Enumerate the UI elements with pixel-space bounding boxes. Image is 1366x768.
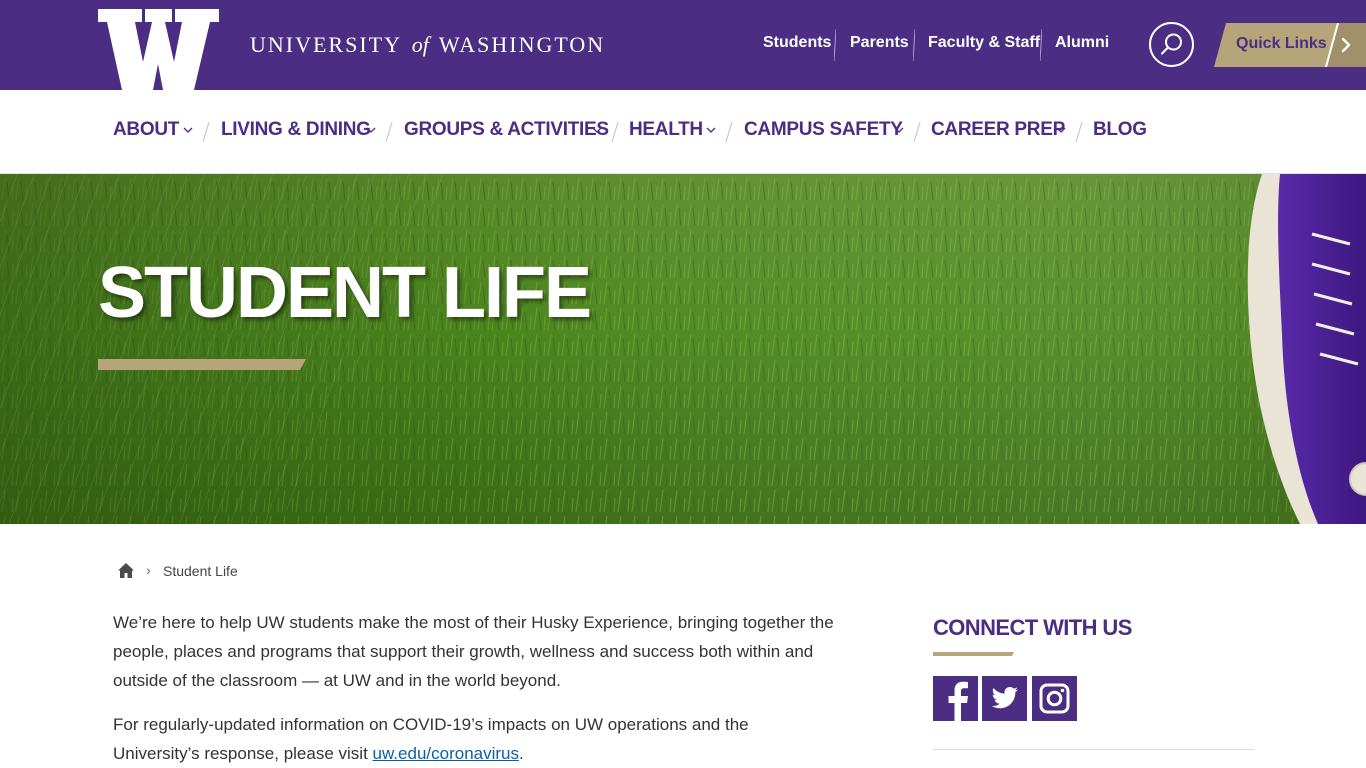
nav-item-living-dining[interactable]: LIVING & DINING bbox=[221, 119, 371, 141]
hero-image bbox=[0, 174, 1366, 524]
search-icon bbox=[1160, 33, 1182, 55]
breadcrumb-separator: › bbox=[146, 562, 151, 578]
search-button[interactable] bbox=[1149, 22, 1194, 67]
connect-heading: CONNECT WITH US bbox=[933, 615, 1132, 640]
chevron-down-icon[interactable] bbox=[894, 126, 904, 134]
twitter-icon bbox=[991, 687, 1018, 709]
nav-item-career-prep[interactable]: CAREER PREP bbox=[931, 119, 1065, 141]
wordmark-washington: WASHINGTON bbox=[438, 32, 606, 57]
nav-separator bbox=[913, 121, 921, 143]
facebook-link[interactable] bbox=[933, 676, 978, 721]
covid-text-end: . bbox=[519, 744, 524, 763]
audience-link-faculty-staff[interactable]: Faculty & Staff bbox=[928, 34, 1040, 56]
instagram-icon bbox=[1039, 683, 1070, 714]
chevron-down-icon[interactable] bbox=[183, 126, 193, 134]
audience-separator bbox=[913, 29, 915, 61]
sidebar-divider bbox=[933, 749, 1254, 750]
uw-w-logo[interactable] bbox=[98, 9, 219, 90]
chevron-down-icon[interactable] bbox=[592, 126, 602, 134]
quick-links-label[interactable]: Quick Links bbox=[1236, 35, 1327, 53]
university-wordmark[interactable]: UNIVERSITY of WASHINGTON bbox=[250, 32, 605, 58]
chevron-down-icon[interactable] bbox=[1056, 126, 1066, 134]
nav-item-about[interactable]: ABOUT bbox=[113, 119, 179, 141]
breadcrumb-current: Student Life bbox=[163, 563, 238, 579]
coronavirus-link[interactable]: uw.edu/coronavirus bbox=[373, 744, 519, 763]
instagram-link[interactable] bbox=[1032, 676, 1077, 721]
nav-item-groups-activities[interactable]: GROUPS & ACTIVITIES bbox=[404, 119, 609, 141]
nav-item-campus-safety[interactable]: CAMPUS SAFETY bbox=[744, 119, 903, 141]
nav-separator bbox=[611, 121, 619, 143]
nav-item-blog[interactable]: BLOG bbox=[1093, 119, 1147, 141]
home-icon[interactable] bbox=[117, 562, 135, 579]
intro-paragraph: We’re here to help UW students make the … bbox=[113, 613, 834, 690]
audience-link-parents[interactable]: Parents bbox=[850, 34, 909, 56]
nav-separator bbox=[202, 121, 210, 143]
nav-separator bbox=[1075, 121, 1083, 143]
title-accent-bar bbox=[98, 359, 306, 370]
covid-paragraph: For regularly-updated information on COV… bbox=[113, 710, 813, 768]
page-title: STUDENT LIFE bbox=[98, 253, 592, 333]
heading-accent-bar bbox=[933, 652, 1014, 656]
chevron-down-icon[interactable] bbox=[706, 126, 716, 134]
nav-separator bbox=[385, 121, 393, 143]
wordmark-of: of bbox=[411, 32, 429, 57]
twitter-link[interactable] bbox=[982, 676, 1027, 721]
nav-separator bbox=[725, 121, 733, 143]
audience-separator bbox=[1040, 29, 1042, 61]
nav-item-health[interactable]: HEALTH bbox=[629, 119, 703, 141]
audience-separator bbox=[834, 29, 836, 61]
facebook-icon bbox=[948, 681, 968, 721]
audience-link-alumni[interactable]: Alumni bbox=[1055, 34, 1109, 56]
audience-link-students[interactable]: Students bbox=[763, 34, 831, 56]
chevron-down-icon[interactable] bbox=[366, 126, 376, 134]
wordmark-university: UNIVERSITY bbox=[250, 32, 402, 57]
